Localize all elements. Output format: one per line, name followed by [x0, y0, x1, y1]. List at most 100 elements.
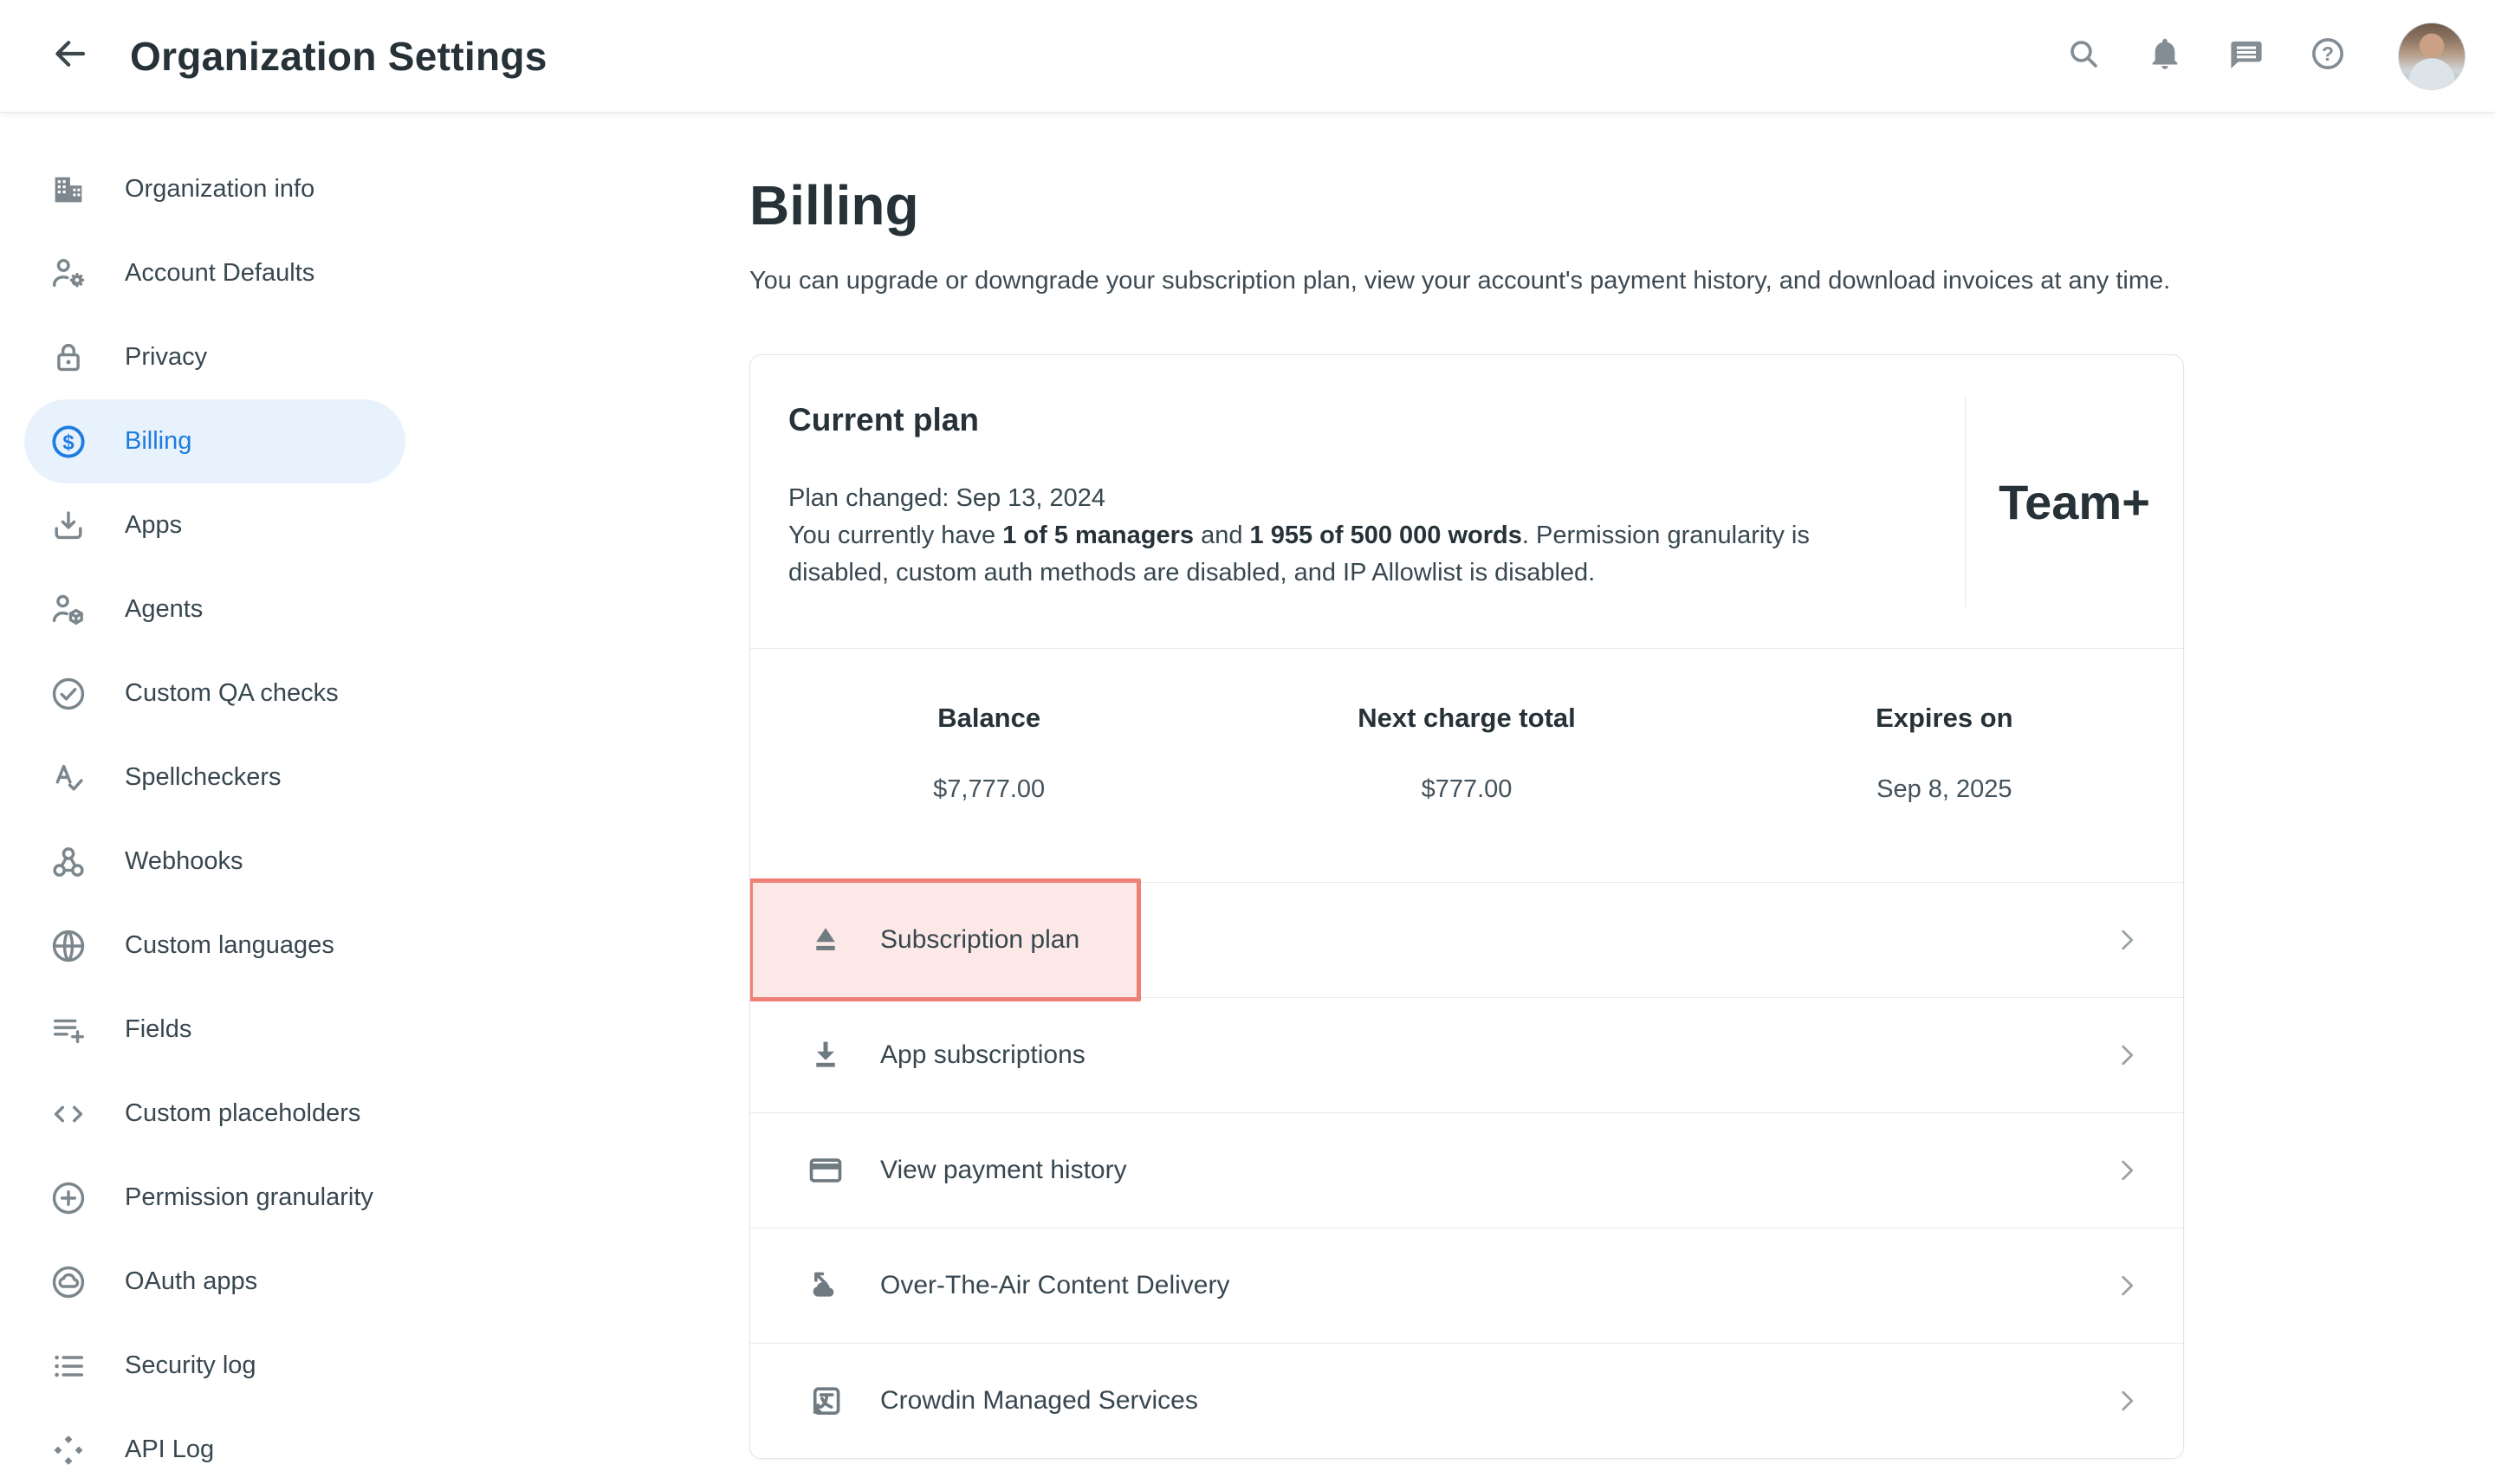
person-gear-icon — [49, 254, 88, 294]
row-view-payment-history[interactable]: View payment history — [750, 1112, 2183, 1228]
lock-icon — [49, 338, 88, 378]
current-plan-title: Current plan — [788, 402, 1913, 438]
sidebar-item-label: Custom languages — [125, 931, 334, 960]
sidebar-item-custom-qa-checks[interactable]: Custom QA checks — [24, 651, 405, 736]
bulleted-list-icon — [49, 1346, 88, 1386]
summary-label: Balance — [750, 703, 1228, 734]
plus-circle-icon — [49, 1178, 88, 1218]
row-label: App subscriptions — [880, 1040, 1085, 1070]
svg-text:?: ? — [2322, 42, 2334, 65]
current-plan-section: Current plan Plan changed: Sep 13, 2024 … — [750, 355, 2183, 648]
help-button[interactable]: ? — [2308, 36, 2348, 76]
sidebar-item-label: Custom placeholders — [125, 1099, 360, 1128]
sidebar-item-billing[interactable]: $ Billing — [24, 399, 405, 483]
code-brackets-icon — [49, 1094, 88, 1134]
sidebar-item-organization-info[interactable]: Organization info — [24, 147, 405, 231]
user-avatar[interactable] — [2398, 23, 2466, 90]
chevron-right-icon — [2112, 925, 2142, 955]
row-label: Over-The-Air Content Delivery — [880, 1271, 1229, 1300]
check-circle-icon — [49, 674, 88, 714]
upload-icon — [806, 920, 846, 960]
globe-icon — [49, 926, 88, 966]
person-cube-icon — [49, 590, 88, 630]
sidebar-item-label: Spellcheckers — [125, 763, 282, 792]
summary-value: Sep 8, 2025 — [1706, 775, 2183, 804]
sidebar-item-api-log[interactable]: API Log — [24, 1408, 405, 1484]
row-label: Subscription plan — [880, 925, 1079, 955]
summary-label: Expires on — [1706, 703, 2183, 734]
download-icon — [806, 1035, 846, 1075]
plan-changed-text: Plan changed: Sep 13, 2024 — [788, 480, 1913, 517]
row-crowdin-managed-services[interactable]: Crowdin Managed Services — [750, 1343, 2183, 1458]
sidebar-item-label: Apps — [125, 511, 182, 540]
billing-summary: Balance $7,777.00 Next charge total $777… — [750, 648, 2183, 882]
spellcheck-icon — [49, 758, 88, 798]
summary-value: $7,777.00 — [750, 775, 1228, 804]
messages-button[interactable] — [2226, 36, 2266, 76]
building-icon — [49, 170, 88, 210]
page-header-title: Organization Settings — [130, 33, 548, 80]
chevron-right-icon — [2112, 1156, 2142, 1185]
sidebar-item-spellcheckers[interactable]: Spellcheckers — [24, 736, 405, 820]
sidebar-item-label: API Log — [125, 1435, 214, 1464]
sidebar-item-apps[interactable]: Apps — [24, 483, 405, 567]
chevron-right-icon — [2112, 1386, 2142, 1416]
row-app-subscriptions[interactable]: App subscriptions — [750, 997, 2183, 1112]
translate-icon — [806, 1381, 846, 1421]
sidebar-item-label: Agents — [125, 595, 203, 624]
sidebar-item-security-log[interactable]: Security log — [24, 1324, 405, 1408]
words-usage: 1 955 of 500 000 words — [1250, 522, 1522, 549]
summary-value: $777.00 — [1228, 775, 1705, 804]
help-icon: ? — [2309, 35, 2347, 77]
sidebar-item-custom-languages[interactable]: Custom languages — [24, 904, 405, 988]
summary-balance: Balance $7,777.00 — [750, 703, 1228, 882]
billing-card: Current plan Plan changed: Sep 13, 2024 … — [749, 354, 2184, 1459]
sidebar-item-fields[interactable]: Fields — [24, 988, 405, 1072]
sidebar-item-privacy[interactable]: Privacy — [24, 315, 405, 399]
row-label: View payment history — [880, 1156, 1127, 1185]
sidebar-item-label: Privacy — [125, 343, 207, 372]
main-layout: Organization info Account Defaults Priva… — [0, 113, 2495, 1484]
sidebar-item-label: OAuth apps — [125, 1267, 257, 1296]
top-bar-actions: ? — [2064, 23, 2466, 90]
plan-usage-text: You currently have 1 of 5 managers and 1… — [788, 517, 1913, 592]
cloud-arrow-icon — [806, 1266, 846, 1306]
row-subscription-plan[interactable]: Subscription plan — [750, 882, 2183, 997]
row-label: Crowdin Managed Services — [880, 1386, 1198, 1416]
cloud-circle-icon — [49, 1262, 88, 1302]
credit-card-icon — [806, 1150, 846, 1190]
chevron-right-icon — [2112, 1271, 2142, 1300]
dollar-circle-icon: $ — [49, 422, 88, 462]
sidebar-item-label: Fields — [125, 1015, 191, 1044]
sidebar-item-agents[interactable]: Agents — [24, 567, 405, 651]
top-bar: Organization Settings ? — [0, 0, 2495, 113]
page-title: Billing — [749, 173, 2495, 237]
plan-badge: Team+ — [1965, 397, 2183, 606]
api-diamonds-icon — [49, 1430, 88, 1470]
sidebar-item-label: Custom QA checks — [125, 679, 339, 708]
download-tray-icon — [49, 506, 88, 546]
plan-name: Team+ — [1999, 474, 2150, 530]
back-button[interactable] — [43, 30, 95, 82]
sidebar-item-custom-placeholders[interactable]: Custom placeholders — [24, 1072, 405, 1156]
search-button[interactable] — [2064, 36, 2103, 76]
sidebar-item-webhooks[interactable]: Webhooks — [24, 820, 405, 904]
sidebar-item-label: Organization info — [125, 175, 314, 204]
search-icon — [2064, 35, 2103, 77]
sidebar-item-oauth-apps[interactable]: OAuth apps — [24, 1240, 405, 1324]
notifications-bell-icon — [2146, 35, 2184, 77]
notifications-button[interactable] — [2145, 36, 2185, 76]
sidebar-item-permission-granularity[interactable]: Permission granularity — [24, 1156, 405, 1240]
current-plan-info: Current plan Plan changed: Sep 13, 2024 … — [750, 355, 1965, 648]
sidebar-item-label: Webhooks — [125, 847, 243, 876]
summary-next-charge: Next charge total $777.00 — [1228, 703, 1705, 882]
managers-usage: 1 of 5 managers — [1002, 522, 1194, 549]
webhook-icon — [49, 842, 88, 882]
sidebar-item-label: Security log — [125, 1351, 256, 1380]
row-over-the-air-content-delivery[interactable]: Over-The-Air Content Delivery — [750, 1228, 2183, 1343]
sidebar-item-label: Account Defaults — [125, 259, 314, 288]
sidebar-item-label: Permission granularity — [125, 1183, 373, 1212]
svg-text:$: $ — [62, 431, 74, 454]
list-add-icon — [49, 1010, 88, 1050]
sidebar-item-account-defaults[interactable]: Account Defaults — [24, 231, 405, 315]
